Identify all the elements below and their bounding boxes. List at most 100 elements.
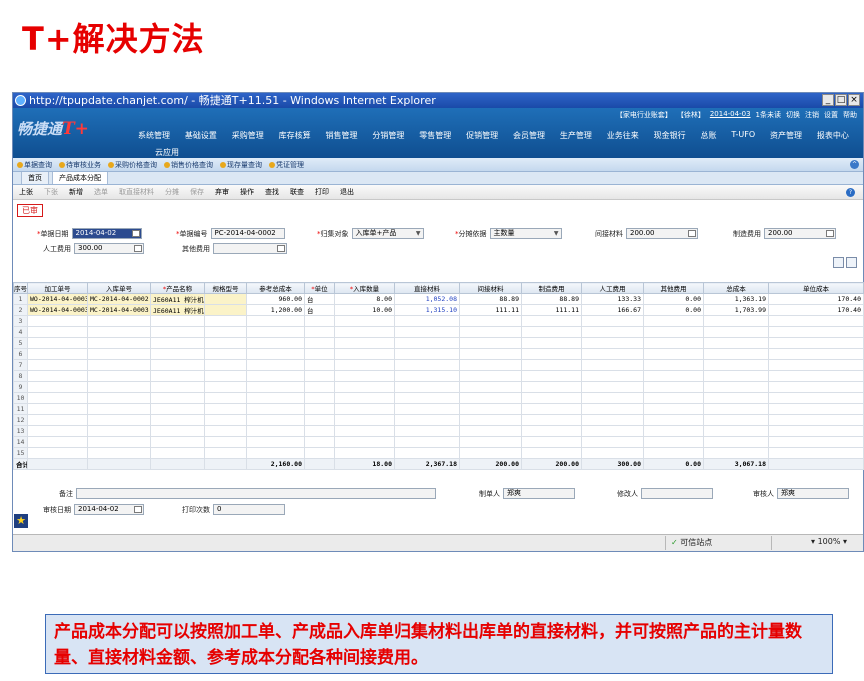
table-cell[interactable] bbox=[334, 348, 395, 360]
table-cell[interactable] bbox=[304, 392, 335, 404]
table-cell[interactable] bbox=[246, 403, 305, 415]
table-cell[interactable] bbox=[87, 425, 151, 437]
table-cell[interactable]: JE60A11 榨汁机 bbox=[150, 304, 205, 316]
table-cell[interactable] bbox=[246, 370, 305, 382]
shortcut-item[interactable]: 采购价格查询 bbox=[108, 160, 157, 170]
table-cell[interactable] bbox=[334, 425, 395, 437]
table-cell[interactable] bbox=[581, 403, 644, 415]
table-cell[interactable] bbox=[150, 414, 205, 426]
table-cell[interactable]: 170.40 bbox=[768, 304, 864, 316]
table-cell[interactable] bbox=[521, 381, 582, 393]
table-cell[interactable] bbox=[643, 337, 704, 349]
tab-cost-allocation[interactable]: 产品成本分配 bbox=[52, 171, 108, 184]
table-cell[interactable] bbox=[643, 326, 704, 338]
table-cell[interactable] bbox=[27, 315, 88, 327]
table-cell[interactable] bbox=[768, 370, 864, 382]
column-header[interactable]: 参考总成本 bbox=[246, 282, 305, 294]
table-cell[interactable] bbox=[521, 315, 582, 327]
column-header[interactable]: 间接材料 bbox=[459, 282, 522, 294]
table-cell[interactable] bbox=[768, 337, 864, 349]
module-item[interactable]: 销售管理 bbox=[326, 130, 358, 141]
related-query-button[interactable]: 联查 bbox=[290, 187, 304, 197]
table-cell[interactable] bbox=[394, 403, 460, 415]
maker-field[interactable]: 郑爽 bbox=[503, 488, 575, 499]
table-cell[interactable]: 9 bbox=[13, 381, 28, 393]
table-cell[interactable]: 88.89 bbox=[459, 293, 522, 305]
table-cell[interactable] bbox=[581, 359, 644, 371]
table-row[interactable]: 3 bbox=[13, 315, 864, 327]
column-header[interactable]: 入库单号 bbox=[87, 282, 151, 294]
module-item[interactable]: 业务往来 bbox=[607, 130, 639, 141]
date-link[interactable]: 2014-04-03 bbox=[710, 110, 751, 120]
table-cell[interactable] bbox=[521, 436, 582, 448]
table-row[interactable]: 15 bbox=[13, 447, 864, 459]
modifier-field[interactable] bbox=[641, 488, 713, 499]
column-header[interactable]: 其他费用 bbox=[643, 282, 704, 294]
table-cell[interactable] bbox=[703, 447, 769, 459]
table-cell[interactable]: 0.00 bbox=[643, 304, 704, 316]
table-cell[interactable]: 12 bbox=[13, 414, 28, 426]
table-cell[interactable]: 5 bbox=[13, 337, 28, 349]
settings-link[interactable]: 设置 bbox=[824, 110, 838, 120]
prev-button[interactable]: 上张 bbox=[19, 187, 33, 197]
table-cell[interactable] bbox=[581, 436, 644, 448]
unaudit-button[interactable]: 弃审 bbox=[215, 187, 229, 197]
column-header[interactable]: 总成本 bbox=[703, 282, 769, 294]
table-cell[interactable] bbox=[204, 337, 247, 349]
table-cell[interactable] bbox=[204, 436, 247, 448]
table-cell[interactable] bbox=[150, 447, 205, 459]
shortcut-item[interactable]: 待审核业务 bbox=[59, 160, 101, 170]
table-cell[interactable] bbox=[246, 381, 305, 393]
table-cell[interactable] bbox=[459, 326, 522, 338]
table-cell[interactable] bbox=[768, 326, 864, 338]
table-cell[interactable] bbox=[27, 436, 88, 448]
table-cell[interactable]: 1,052.08 bbox=[394, 293, 460, 305]
table-cell[interactable]: 7 bbox=[13, 359, 28, 371]
table-cell[interactable] bbox=[204, 370, 247, 382]
table-cell[interactable] bbox=[27, 425, 88, 437]
operate-button[interactable]: 操作 bbox=[240, 187, 254, 197]
table-cell[interactable] bbox=[643, 381, 704, 393]
table-cell[interactable] bbox=[304, 337, 335, 349]
table-cell[interactable]: 3 bbox=[13, 315, 28, 327]
help-icon[interactable]: ? bbox=[846, 188, 855, 197]
table-cell[interactable] bbox=[521, 414, 582, 426]
table-cell[interactable] bbox=[643, 348, 704, 360]
table-cell[interactable] bbox=[703, 425, 769, 437]
table-cell[interactable] bbox=[703, 348, 769, 360]
table-cell[interactable] bbox=[304, 436, 335, 448]
table-row[interactable]: 9 bbox=[13, 381, 864, 393]
table-row[interactable]: 6 bbox=[13, 348, 864, 360]
table-cell[interactable] bbox=[334, 359, 395, 371]
table-cell[interactable]: 133.33 bbox=[581, 293, 644, 305]
table-cell[interactable] bbox=[150, 326, 205, 338]
table-cell[interactable] bbox=[394, 392, 460, 404]
table-cell[interactable] bbox=[521, 447, 582, 459]
table-cell[interactable] bbox=[87, 326, 151, 338]
table-cell[interactable] bbox=[581, 326, 644, 338]
find-button[interactable]: 查找 bbox=[265, 187, 279, 197]
shortcut-item[interactable]: 销售价格查询 bbox=[164, 160, 213, 170]
module-cloud-apps[interactable]: 云应用 bbox=[155, 147, 179, 158]
table-cell[interactable] bbox=[768, 392, 864, 404]
table-cell[interactable]: 88.89 bbox=[521, 293, 582, 305]
module-item[interactable]: 资产管理 bbox=[770, 130, 802, 141]
next-button[interactable]: 下张 bbox=[44, 187, 58, 197]
minimize-icon[interactable]: _ bbox=[822, 94, 834, 106]
table-cell[interactable] bbox=[246, 315, 305, 327]
table-cell[interactable] bbox=[27, 348, 88, 360]
column-header[interactable]: 序号 bbox=[13, 282, 28, 294]
table-cell[interactable] bbox=[459, 436, 522, 448]
module-item[interactable]: 零售管理 bbox=[419, 130, 451, 141]
table-cell[interactable] bbox=[334, 315, 395, 327]
table-cell[interactable] bbox=[150, 403, 205, 415]
table-cell[interactable] bbox=[304, 326, 335, 338]
table-cell[interactable] bbox=[87, 348, 151, 360]
table-row[interactable]: 12 bbox=[13, 414, 864, 426]
table-cell[interactable]: MC-2014-04-0002 bbox=[87, 293, 151, 305]
table-cell[interactable] bbox=[304, 447, 335, 459]
table-cell[interactable] bbox=[459, 381, 522, 393]
table-cell[interactable] bbox=[394, 337, 460, 349]
table-cell[interactable] bbox=[768, 315, 864, 327]
table-cell[interactable] bbox=[246, 359, 305, 371]
